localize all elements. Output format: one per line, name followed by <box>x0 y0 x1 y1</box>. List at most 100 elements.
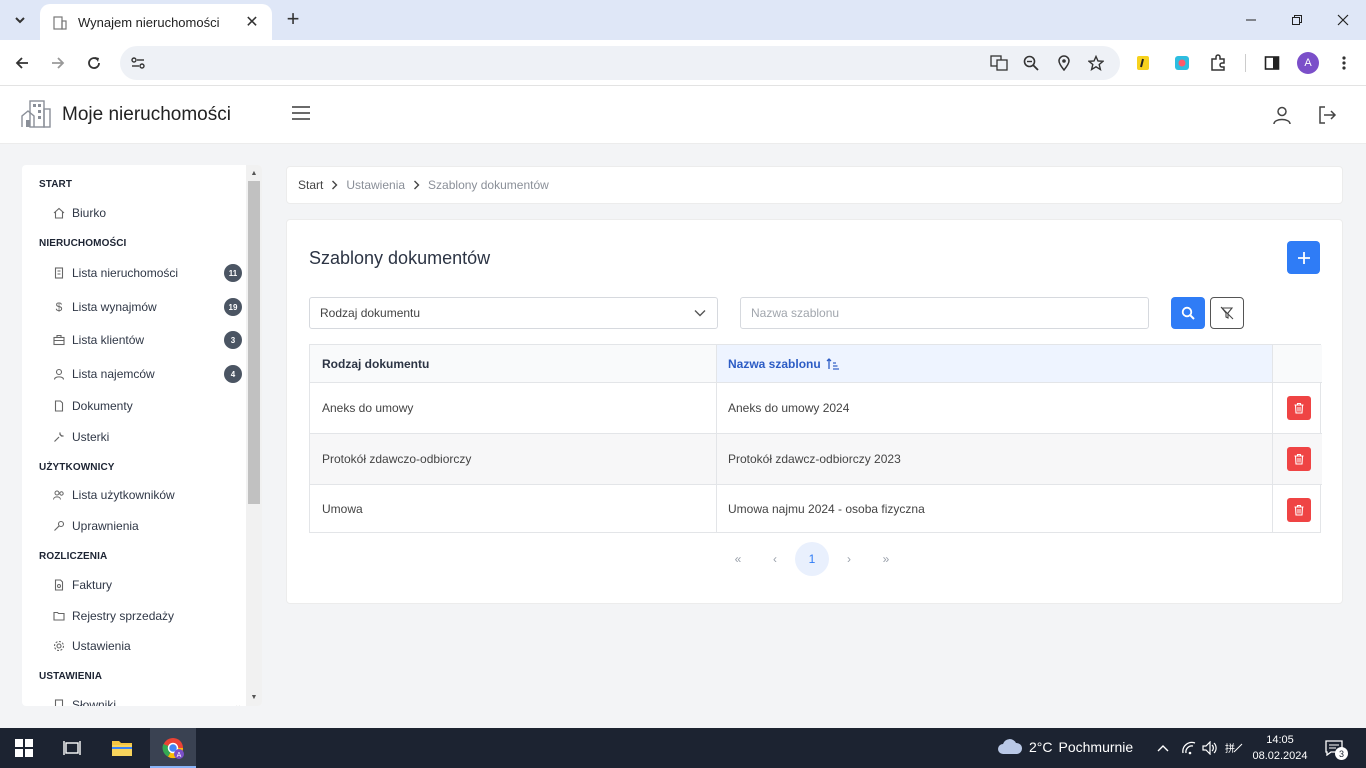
sidebar-item-label: Lista wynajmów <box>72 300 157 314</box>
clear-filter-button[interactable] <box>1210 297 1244 329</box>
profile-avatar[interactable]: A <box>1297 52 1319 74</box>
side-panel-icon[interactable] <box>1262 53 1282 73</box>
folder-icon <box>52 609 66 623</box>
sidebar-item-biurko[interactable]: Biurko <box>52 203 242 223</box>
sidebar-item-usterki[interactable]: Usterki <box>52 427 242 447</box>
extension-yellow-icon[interactable] <box>1133 53 1153 73</box>
minimize-icon <box>1246 19 1256 21</box>
sidebar-scrollbar[interactable]: ▲ ▼ <box>246 165 262 706</box>
table-row[interactable]: Umowa Umowa najmu 2024 - osoba fizyczna <box>310 485 1322 533</box>
app-logo-icon[interactable] <box>20 98 52 130</box>
column-label: Rodzaj dokumentu <box>322 356 430 371</box>
extensions-puzzle-icon[interactable] <box>1208 53 1228 73</box>
cell-document-type: Aneks do umowy <box>322 401 414 415</box>
sidebar-item-dokumenty[interactable]: Dokumenty <box>52 396 242 416</box>
address-bar[interactable] <box>120 46 1120 80</box>
sidebar-item-label: Słowniki <box>72 698 117 706</box>
zoom-icon[interactable] <box>1022 54 1040 72</box>
logout-button[interactable] <box>1314 102 1340 128</box>
close-tab-icon[interactable]: ✕ <box>244 14 260 31</box>
windows-start-button[interactable] <box>12 736 36 760</box>
briefcase-icon <box>52 333 66 347</box>
table-row[interactable]: Protokół zdawczo-odbiorczy Protokół zdaw… <box>310 434 1322 485</box>
sidebar-item-lista-nieruchomosci[interactable]: Lista nieruchomości 11 <box>52 263 242 283</box>
sidebar-item-label: Dokumenty <box>72 399 133 413</box>
svg-text:拼: 拼 <box>1225 742 1235 755</box>
column-header-template-name[interactable]: Nazwa szablonu <box>716 345 1272 382</box>
task-view-button[interactable] <box>60 736 84 760</box>
close-icon <box>1337 14 1349 26</box>
browser-tab[interactable]: Wynajem nieruchomości ✕ <box>40 4 272 40</box>
location-icon[interactable] <box>1055 54 1073 72</box>
forward-button[interactable] <box>45 50 71 76</box>
site-info-icon[interactable] <box>129 54 147 72</box>
back-button[interactable] <box>9 50 35 76</box>
sidebar-item-lista-klientow[interactable]: Lista klientów 3 <box>52 330 242 350</box>
dictionary-icon <box>52 698 66 706</box>
sidebar-menu: START Biurko NIERUCHOMOŚCI Lista nieruch… <box>22 165 246 706</box>
column-divider <box>1272 485 1273 533</box>
close-window-button[interactable] <box>1320 0 1366 40</box>
building-icon <box>52 266 66 280</box>
chrome-taskbar-button[interactable]: A <box>150 728 196 768</box>
pagination: « ‹ 1 › » <box>721 542 906 576</box>
translate-icon[interactable] <box>990 54 1008 72</box>
menu-toggle-button[interactable] <box>290 104 314 126</box>
table-row[interactable]: Aneks do umowy Aneks do umowy 2024 <box>310 383 1322 434</box>
cell-document-type: Umowa <box>322 502 363 516</box>
search-icon <box>1181 306 1195 320</box>
weather-widget[interactable]: 2°C Pochmurnie <box>997 738 1133 756</box>
scroll-down-arrow-icon[interactable]: ▼ <box>249 692 259 702</box>
count-badge: 4 <box>224 365 242 383</box>
document-type-select[interactable]: Rodzaj dokumentu <box>309 297 718 329</box>
sidebar-item-uprawnienia[interactable]: Uprawnienia <box>52 516 242 536</box>
tab-search-button[interactable] <box>8 8 32 32</box>
volume-icon[interactable] <box>1198 736 1222 760</box>
clock-time: 14:05 <box>1266 734 1294 746</box>
new-tab-button[interactable]: + <box>282 8 304 32</box>
sidebar-item-rejestry-sprzedazy[interactable]: Rejestry sprzedaży <box>52 606 242 626</box>
first-page-button[interactable]: « <box>721 542 755 576</box>
system-clock[interactable]: 14:05 08.02.2024 <box>1252 732 1308 764</box>
notifications-button[interactable]: 3 <box>1322 736 1348 760</box>
sidebar-item-slowniki[interactable]: Słowniki ⌄ <box>52 695 242 706</box>
sidebar-item-label: Faktury <box>72 578 113 592</box>
sidebar-item-label: Ustawienia <box>72 639 131 653</box>
reload-button[interactable] <box>81 50 107 76</box>
search-button[interactable] <box>1171 297 1205 329</box>
add-template-button[interactable] <box>1287 241 1320 274</box>
file-explorer-button[interactable] <box>110 736 134 760</box>
sidebar-item-lista-wynajmow[interactable]: $ Lista wynajmów 19 <box>52 297 242 317</box>
scroll-up-arrow-icon[interactable]: ▲ <box>249 168 259 178</box>
sidebar-item-lista-najemcow[interactable]: Lista najemców 4 <box>52 364 242 384</box>
cell-document-type: Protokół zdawczo-odbiorczy <box>322 452 472 466</box>
sidebar-item-lista-uzytkownikow[interactable]: Lista użytkowników <box>52 485 242 505</box>
browser-menu-icon[interactable] <box>1334 53 1354 73</box>
next-page-button[interactable]: › <box>832 542 866 576</box>
chevron-down-icon <box>15 17 25 24</box>
minimize-button[interactable] <box>1228 0 1274 40</box>
template-name-input[interactable] <box>740 297 1149 329</box>
restore-icon <box>1292 15 1302 25</box>
restore-button[interactable] <box>1274 0 1320 40</box>
sidebar-item-faktury[interactable]: Faktury <box>52 575 242 595</box>
sidebar-item-ustawienia-rozliczen[interactable]: Ustawienia <box>52 636 242 656</box>
delete-button[interactable] <box>1287 447 1311 471</box>
column-header-document-type[interactable]: Rodzaj dokumentu <box>310 345 716 382</box>
extension-camera-icon[interactable] <box>1172 53 1192 73</box>
delete-button[interactable] <box>1287 498 1311 522</box>
sidebar-item-label: Lista nieruchomości <box>72 266 179 280</box>
last-page-button[interactable]: » <box>869 542 903 576</box>
scrollbar-thumb[interactable] <box>248 181 260 504</box>
breadcrumb-ustawienia[interactable]: Ustawienia <box>346 178 405 192</box>
page-1-button[interactable]: 1 <box>795 542 829 576</box>
prev-page-button[interactable]: ‹ <box>758 542 792 576</box>
input-method-icon[interactable]: 拼 <box>1222 736 1246 760</box>
bookmark-star-icon[interactable] <box>1087 54 1105 72</box>
sidebar-section-ustawienia: USTAWIENIA <box>39 671 103 682</box>
breadcrumb-start[interactable]: Start <box>298 178 323 192</box>
show-hidden-icons-button[interactable] <box>1151 736 1175 760</box>
delete-button[interactable] <box>1287 396 1311 420</box>
profile-button[interactable] <box>1269 102 1295 128</box>
table-header: Rodzaj dokumentu Nazwa szablonu <box>310 345 1322 383</box>
